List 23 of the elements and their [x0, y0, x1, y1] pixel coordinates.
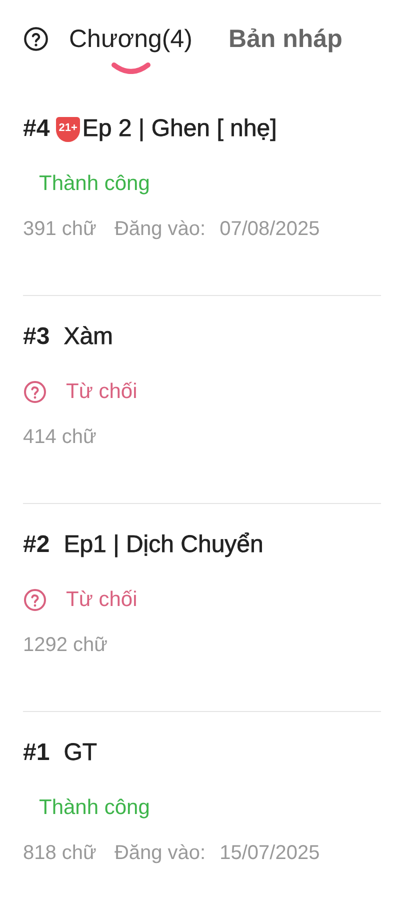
status-label: Thành công: [39, 796, 150, 820]
chapter-number: #4: [23, 115, 50, 143]
age-rating-badge: 21+: [56, 116, 80, 142]
chapter-title[interactable]: Xàm: [64, 323, 114, 351]
chapter-title[interactable]: Ep 2 | Ghen [ nhẹ]: [82, 115, 277, 143]
posted-date: 15/07/2025: [220, 842, 320, 865]
tab[interactable]: Chương(4): [69, 24, 192, 54]
posted-date: 07/08/2025: [220, 218, 320, 241]
chapter-number: #2: [23, 531, 50, 559]
status-label: Thành công: [39, 172, 150, 196]
status-label: Từ chối: [66, 588, 138, 612]
tab[interactable]: Bản nháp: [228, 24, 342, 54]
status-label: Từ chối: [66, 380, 138, 404]
chapter-title[interactable]: Ep1 | Dịch Chuyển: [64, 531, 264, 559]
word-count: 414 chữ: [23, 426, 96, 449]
word-count: 1292 chữ: [23, 634, 108, 657]
posted-label: Đăng vào:: [114, 218, 206, 241]
chapter-title[interactable]: GT: [64, 739, 98, 767]
word-count: 391 chữ: [23, 218, 96, 241]
posted-label: Đăng vào:: [114, 842, 206, 865]
chapter-number: #1: [23, 739, 50, 767]
word-count: 818 chữ: [23, 842, 96, 865]
chapter-number: #3: [23, 323, 50, 351]
